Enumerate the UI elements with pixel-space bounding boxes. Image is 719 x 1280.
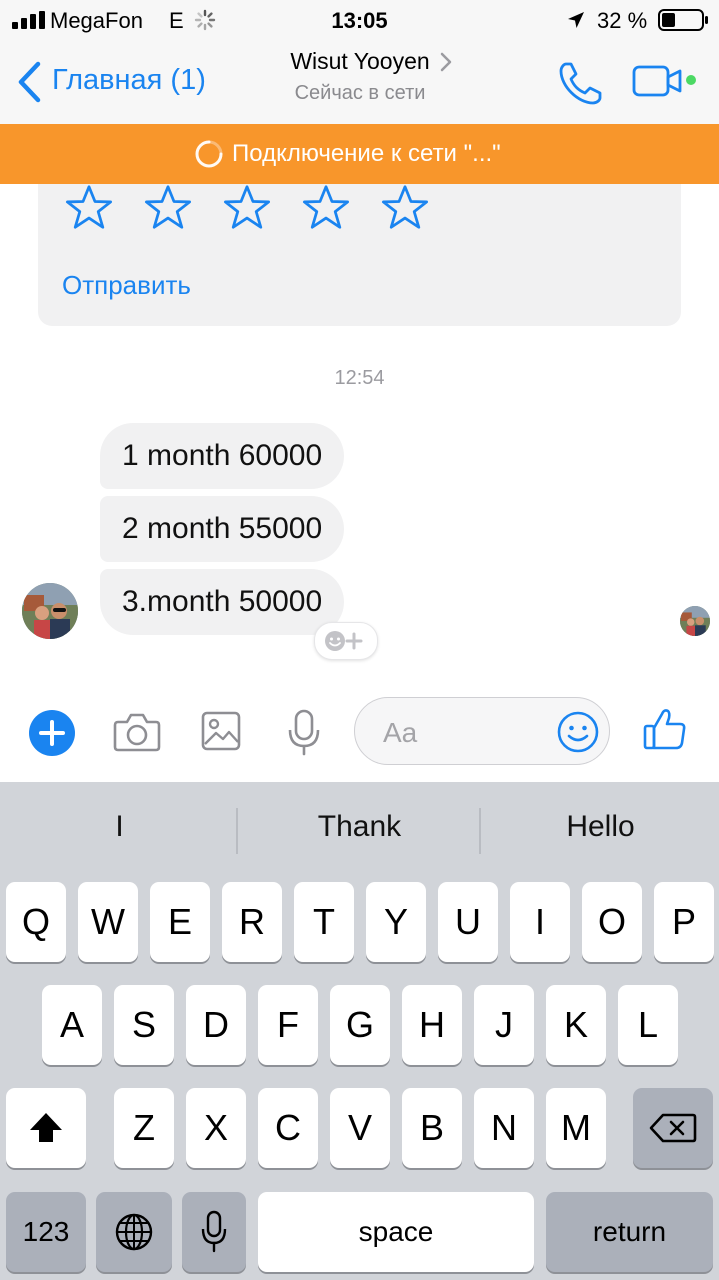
key[interactable]: I (510, 882, 570, 962)
gallery-button[interactable] (200, 710, 242, 752)
star-icon[interactable] (378, 184, 432, 230)
more-actions-button[interactable] (28, 709, 76, 757)
message-bubble[interactable]: 1 month 60000 (100, 423, 345, 489)
suggestion[interactable]: Hello (481, 810, 719, 844)
key[interactable]: Y (366, 882, 426, 962)
key[interactable]: M (546, 1088, 606, 1168)
key[interactable]: W (78, 882, 138, 962)
chevron-right-icon (440, 52, 452, 72)
battery-icon (658, 9, 708, 31)
navigation-bar: Главная (1) Wisut Yooyen Сейчас в сети (0, 40, 719, 124)
key[interactable]: K (546, 985, 606, 1065)
key[interactable]: V (330, 1088, 390, 1168)
message-timestamp: 12:54 (334, 367, 385, 389)
battery-percentage: 32 % (597, 8, 648, 33)
star-icon[interactable] (62, 184, 116, 230)
key[interactable]: R (222, 882, 282, 962)
emoji-icon[interactable] (557, 711, 599, 753)
phone-icon (559, 62, 602, 105)
suggestion[interactable]: Thank (240, 810, 479, 844)
back-label: Главная (1) (52, 64, 206, 96)
contact-photo (680, 606, 710, 636)
message-input[interactable] (381, 712, 555, 754)
globe-icon (115, 1213, 153, 1251)
rating-card: Отправить (38, 184, 681, 326)
message-input-container (354, 697, 610, 765)
key[interactable]: E (150, 882, 210, 962)
connection-banner: Подключение к сети "..." (0, 124, 719, 184)
keyboard: I Thank Hello Q W E R T Y U I O P A S D … (0, 782, 719, 1280)
shift-arrow-icon (30, 1113, 62, 1142)
contact-photo (22, 583, 78, 639)
key[interactable]: O (582, 882, 642, 962)
key[interactable]: X (186, 1088, 246, 1168)
key[interactable]: S (114, 985, 174, 1065)
key[interactable]: Z (114, 1088, 174, 1168)
video-call-button[interactable] (630, 62, 702, 102)
key[interactable]: C (258, 1088, 318, 1168)
key[interactable]: F (258, 985, 318, 1065)
plus-icon (29, 710, 75, 756)
key[interactable]: L (618, 985, 678, 1065)
key[interactable]: D (186, 985, 246, 1065)
camera-button[interactable] (112, 710, 162, 754)
online-indicator (686, 75, 696, 85)
smiley-plus-icon (325, 631, 363, 651)
suggestion-divider (236, 808, 238, 854)
contact-status: Сейчас в сети (294, 82, 426, 104)
key[interactable]: Q (6, 882, 66, 962)
key[interactable]: P (654, 882, 714, 962)
camera-icon (113, 713, 161, 752)
key[interactable]: J (474, 985, 534, 1065)
shift-key[interactable] (6, 1088, 86, 1168)
return-key[interactable]: return (546, 1192, 713, 1272)
call-button[interactable] (556, 58, 606, 108)
numbers-key[interactable]: 123 (6, 1192, 86, 1272)
thumbs-up-icon (643, 709, 686, 750)
message-composer (0, 684, 719, 782)
key[interactable]: T (294, 882, 354, 962)
microphone-icon (201, 1210, 227, 1253)
contact-avatar[interactable] (22, 583, 78, 639)
voice-message-button[interactable] (286, 708, 322, 758)
key[interactable]: B (402, 1088, 462, 1168)
key[interactable]: U (438, 882, 498, 962)
space-key[interactable]: space (258, 1192, 534, 1272)
message-bubble[interactable]: 3.month 50000 (100, 569, 345, 635)
language-key[interactable] (96, 1192, 172, 1272)
location-arrow-icon (568, 12, 584, 28)
video-camera-icon (632, 65, 696, 97)
backspace-icon (649, 1113, 697, 1143)
message-bubble[interactable]: 2 month 55000 (100, 496, 345, 562)
banner-text: Подключение к сети "..." (232, 140, 501, 167)
star-rating (62, 184, 442, 230)
read-receipt-avatar (680, 606, 710, 636)
image-icon (201, 711, 241, 751)
dictation-key[interactable] (182, 1192, 246, 1272)
loading-spinner-icon (195, 140, 223, 168)
backspace-key[interactable] (633, 1088, 713, 1168)
star-icon[interactable] (220, 184, 274, 230)
status-bar: MegaFon E 13:05 32 % (0, 0, 719, 40)
send-rating-link[interactable]: Отправить (62, 270, 191, 301)
suggestion[interactable]: I (0, 810, 239, 844)
chevron-left-icon (18, 61, 41, 103)
like-button[interactable] (642, 706, 688, 752)
key[interactable]: H (402, 985, 462, 1065)
key[interactable]: A (42, 985, 102, 1065)
key[interactable]: G (330, 985, 390, 1065)
key[interactable]: N (474, 1088, 534, 1168)
star-icon[interactable] (299, 184, 353, 230)
star-icon[interactable] (141, 184, 195, 230)
add-reaction-button[interactable] (314, 622, 378, 660)
microphone-icon (288, 709, 320, 756)
back-button[interactable]: Главная (1) (12, 56, 222, 110)
